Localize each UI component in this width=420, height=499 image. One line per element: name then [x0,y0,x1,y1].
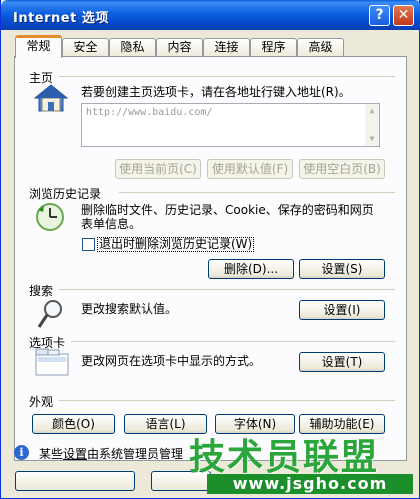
home-icon [34,84,68,112]
colors-button[interactable]: 颜色(O) [32,414,115,434]
history-description-line2: 表单信息。 [81,217,142,231]
history-section-title: 浏览历史记录 [29,187,102,201]
use-blank-button[interactable]: 使用空白页(B) [299,159,385,179]
home-url-value: http://www.baidu.com/ [86,107,213,118]
search-settings-button[interactable]: 设置(I) [299,300,385,320]
section-divider [119,192,395,193]
tab-security[interactable]: 安全 [62,38,109,57]
magnifier-icon [37,300,62,328]
scroll-down-icon[interactable]: ▼ [365,132,379,146]
admin-notice: 某些设置由系统管理员管理 [39,445,183,462]
watermark: 技术员联盟 www.jsgho.com [189,428,420,498]
home-url-textarea[interactable]: http://www.baidu.com/ ▲ ▼ [81,103,380,147]
delete-on-exit-label[interactable]: 退出时删除浏览历史记录(W) [97,237,255,252]
delete-on-exit-checkbox[interactable] [82,238,95,251]
history-settings-button[interactable]: 设置(S) [299,259,385,279]
tabs-settings-button[interactable]: 设置(T) [299,352,385,372]
tab-content[interactable]: 内容 [156,38,203,57]
section-divider [71,341,395,342]
appearance-section-title: 外观 [29,395,54,409]
tabs-description: 更改网页在选项卡中显示的方式。 [81,354,262,368]
help-button[interactable]: ? [369,5,390,26]
tab-privacy[interactable]: 隐私 [109,38,156,57]
url-scrollbar[interactable]: ▲ ▼ [365,104,379,146]
use-current-button[interactable]: 使用当前页(C) [115,159,201,179]
tab-programs[interactable]: 程序 [250,38,297,57]
notice-prefix: 某些 [39,447,64,461]
general-panel: 主页 若要创建主页选项卡，请在各地址行键入地址(R)。 http://www.b… [14,56,407,461]
delete-history-button[interactable]: 删除(D)... [208,259,294,279]
use-default-button[interactable]: 使用默认值(F) [207,159,293,179]
title-bar[interactable]: Internet 选项 ? ✕ [1,0,420,30]
section-divider [59,76,395,77]
notice-settings-link[interactable]: 设置 [63,447,87,461]
clock-icon [36,203,64,231]
history-description-line1: 删除临时文件、历史记录、Cookie、保存的密码和网页 [81,203,374,217]
scroll-up-icon[interactable]: ▲ [365,104,379,118]
tab-advanced[interactable]: 高级 [297,38,344,57]
close-button[interactable]: ✕ [393,5,414,26]
tabs-icon [35,348,69,376]
search-section-title: 搜索 [29,284,54,298]
section-divider [59,289,395,290]
tab-general[interactable]: 常规 [15,35,62,58]
internet-options-window: Internet 选项 ? ✕ 常规 安全 隐私 内容 连接 程序 高级 主页 … [0,0,420,499]
tab-connections[interactable]: 连接 [203,38,250,57]
search-description: 更改搜索默认值。 [81,302,178,316]
watermark-brand: 技术员联盟 [189,437,380,478]
section-divider [59,400,395,401]
info-icon: i [14,445,29,460]
ok-button[interactable] [15,471,135,491]
watermark-url: www.jsgho.com [207,474,413,494]
home-description: 若要创建主页选项卡，请在各地址行键入地址(R)。 [81,85,351,99]
notice-suffix: 由系统管理员管理 [87,447,184,461]
window-title: Internet 选项 [13,11,109,26]
